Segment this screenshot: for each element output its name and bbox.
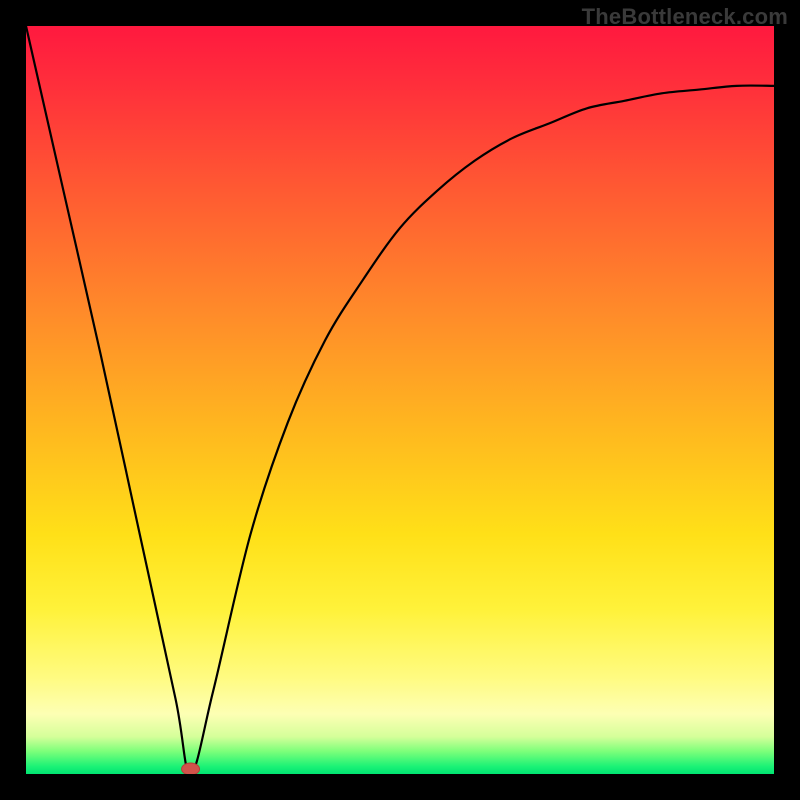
chart-svg bbox=[26, 26, 774, 774]
chart-frame: TheBottleneck.com bbox=[0, 0, 800, 800]
optimal-point-marker bbox=[182, 763, 200, 774]
bottleneck-curve bbox=[26, 26, 774, 774]
plot-area bbox=[26, 26, 774, 774]
